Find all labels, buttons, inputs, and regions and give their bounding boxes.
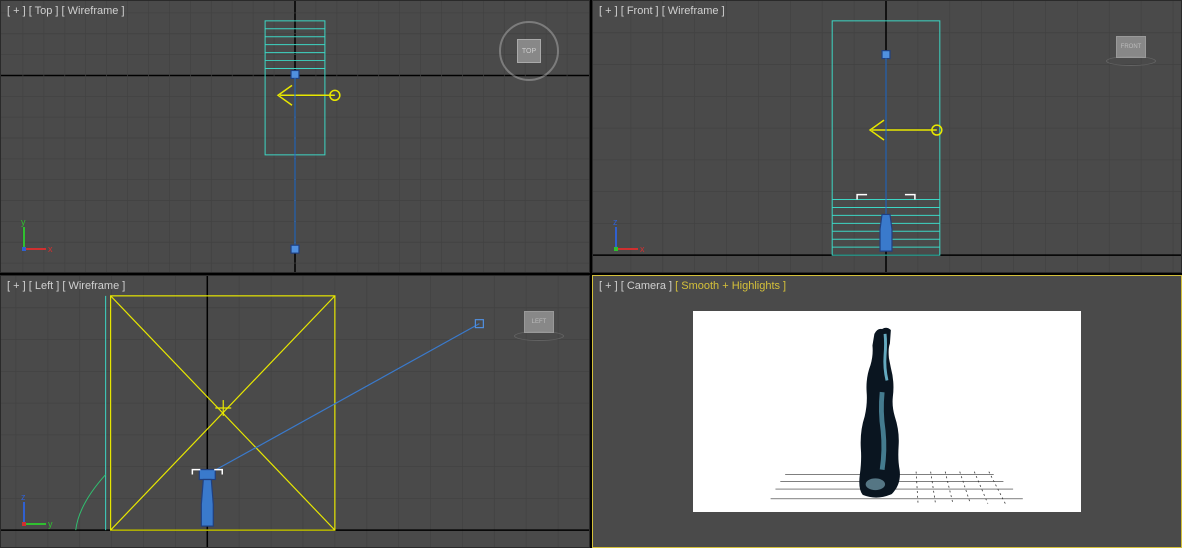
viewport-plus-left[interactable]: [ + ] (7, 280, 26, 292)
viewport-plus-camera[interactable]: [ + ] (599, 280, 618, 292)
viewport-front[interactable]: [ + ] [ Front ] [ Wireframe ] (592, 0, 1182, 273)
svg-text:z: z (21, 492, 26, 502)
rendered-scene (693, 311, 1081, 512)
grid-left (1, 276, 589, 547)
viewport-label-front[interactable]: [ + ] [ Front ] [ Wireframe ] (599, 5, 725, 17)
viewport-name-front[interactable]: [ Front ] (621, 5, 659, 17)
viewport-left[interactable]: [ + ] [ Left ] [ Wireframe ] (0, 275, 590, 548)
viewport-mode-top[interactable]: [ Wireframe ] (62, 5, 125, 17)
axis-gizmo-front: z x (608, 217, 648, 257)
viewport-label-top[interactable]: [ + ] [ Top ] [ Wireframe ] (7, 5, 125, 17)
viewport-top[interactable]: [ + ] [ Top ] [ Wireframe ] (0, 0, 590, 273)
viewport-label-camera[interactable]: [ + ] [ Camera ] [ Smooth + Highlights ] (599, 280, 786, 292)
svg-text:x: x (640, 244, 645, 254)
viewcube-face-left[interactable]: LEFT (524, 311, 554, 333)
viewport-plus-front[interactable]: [ + ] (599, 5, 618, 17)
viewport-mode-left[interactable]: [ Wireframe ] (62, 280, 125, 292)
viewcube-base-left-icon (514, 331, 564, 341)
viewcube-front[interactable]: FRONT (1111, 36, 1151, 66)
viewport-camera[interactable]: [ + ] [ Camera ] [ Smooth + Highlights ] (592, 275, 1182, 548)
viewcube-face-front[interactable]: FRONT (1116, 36, 1146, 58)
viewcube-left[interactable]: LEFT (519, 311, 559, 341)
viewcube-top[interactable]: TOP (499, 21, 559, 81)
render-safe-frame (693, 311, 1081, 512)
viewport-mode-front[interactable]: [ Wireframe ] (662, 5, 725, 17)
svg-text:y: y (21, 217, 26, 227)
axis-gizmo-top: y x (16, 217, 56, 257)
viewport-mode-camera[interactable]: [ Smooth + Highlights ] (675, 280, 786, 292)
grid-front (593, 1, 1181, 272)
svg-text:x: x (48, 244, 53, 254)
viewcube-face[interactable]: TOP (517, 39, 541, 63)
viewport-label-left[interactable]: [ + ] [ Left ] [ Wireframe ] (7, 280, 125, 292)
svg-text:z: z (613, 217, 618, 227)
viewport-plus-top[interactable]: [ + ] (7, 5, 26, 17)
viewport-name-top[interactable]: [ Top ] (29, 5, 59, 17)
viewport-name-camera[interactable]: [ Camera ] (621, 280, 672, 292)
viewport-name-left[interactable]: [ Left ] (29, 280, 60, 292)
svg-text:y: y (48, 519, 53, 529)
axis-gizmo-left: z y (16, 492, 56, 532)
viewcube-base-icon (1106, 56, 1156, 66)
